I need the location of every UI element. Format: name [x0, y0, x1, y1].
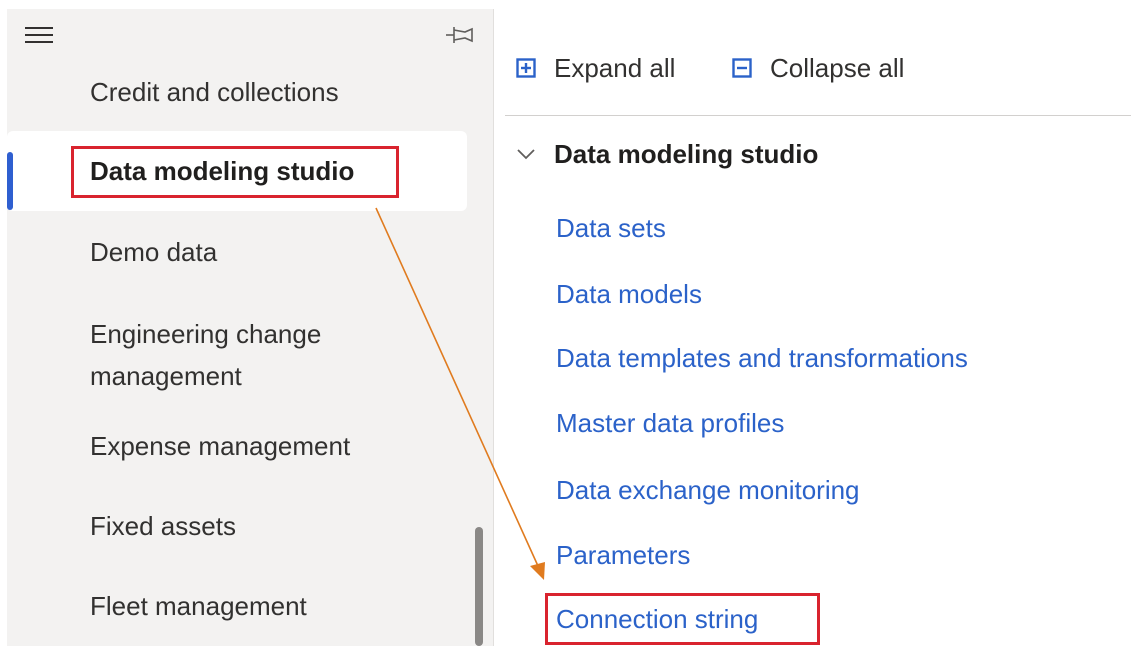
nav-item-label: Expense management [90, 431, 351, 461]
nav-item-label: Fleet management [90, 591, 307, 621]
nav-item-expense-management[interactable]: Expense management [7, 425, 467, 467]
annotation-box-connection-string [545, 593, 820, 645]
link-data-templates-and-transformations[interactable]: Data templates and transformations [556, 338, 968, 378]
collapse-all-label: Collapse all [770, 52, 905, 83]
annotation-box-data-modeling-studio [71, 146, 399, 198]
group-title: Data modeling studio [554, 138, 819, 169]
navigation-pane: Credit and collections Data modeling stu… [7, 9, 493, 646]
collapse-all-icon [732, 58, 752, 78]
link-master-data-profiles[interactable]: Master data profiles [556, 403, 784, 443]
pane-divider [493, 9, 494, 646]
expand-all-icon [516, 58, 536, 78]
expand-all-label: Expand all [554, 52, 676, 83]
nav-item-credit-and-collections[interactable]: Credit and collections [7, 71, 467, 113]
nav-item-label: Engineering change management [90, 319, 322, 391]
link-data-sets[interactable]: Data sets [556, 208, 666, 248]
pin-icon[interactable] [445, 23, 479, 47]
nav-item-label: Fixed assets [90, 511, 236, 541]
chevron-down-icon [517, 149, 535, 160]
nav-item-label: Credit and collections [90, 77, 339, 107]
link-data-exchange-monitoring[interactable]: Data exchange monitoring [556, 470, 860, 510]
expand-all-button[interactable]: Expand all [516, 46, 675, 90]
nav-item-engineering-change-management[interactable]: Engineering change management [7, 313, 337, 397]
nav-item-fixed-assets[interactable]: Fixed assets [7, 505, 467, 547]
group-header-data-modeling-studio[interactable]: Data modeling studio [516, 132, 818, 176]
link-parameters[interactable]: Parameters [556, 535, 690, 575]
nav-item-fleet-management[interactable]: Fleet management [7, 585, 467, 627]
nav-scrollbar[interactable] [475, 527, 483, 646]
link-data-models[interactable]: Data models [556, 274, 702, 314]
hamburger-menu-icon[interactable] [25, 27, 55, 45]
collapse-all-button[interactable]: Collapse all [732, 46, 904, 90]
nav-item-demo-data[interactable]: Demo data [7, 231, 467, 273]
app-window: Credit and collections Data modeling stu… [0, 0, 1131, 646]
toolbar-separator [505, 115, 1131, 116]
selection-indicator [7, 152, 13, 210]
nav-item-label: Demo data [90, 237, 218, 267]
